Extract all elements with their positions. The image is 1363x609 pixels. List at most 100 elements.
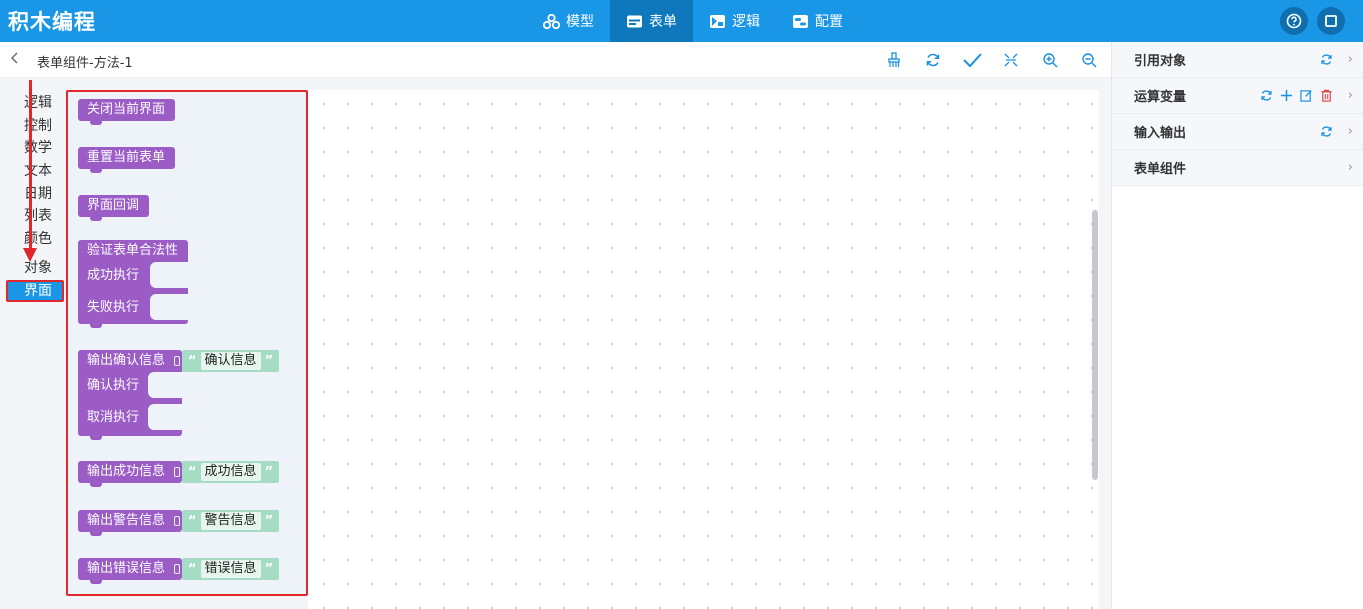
refresh-icon[interactable]: [1319, 125, 1333, 139]
quote-close-icon: ”: [264, 561, 274, 577]
panel-row-io[interactable]: 输入输出 ›: [1112, 114, 1363, 150]
chevron-right-icon[interactable]: ›: [1348, 160, 1353, 175]
block-output-error[interactable]: 输出错误信息: [78, 558, 182, 584]
statement-slot[interactable]: [148, 372, 182, 398]
collapse-icon[interactable]: [1001, 50, 1021, 70]
check-icon[interactable]: [962, 50, 982, 70]
chevron-right-icon[interactable]: ›: [1348, 88, 1353, 103]
block-notch: [90, 483, 102, 487]
string-value[interactable]: 确认信息: [200, 352, 261, 370]
string-value[interactable]: 错误信息: [200, 560, 261, 578]
logic-icon: [709, 14, 726, 29]
block-label: 输出警告信息: [87, 513, 166, 528]
category-list: 逻辑 控制 数学 文本 日期 列表 颜色 对象 界面: [6, 92, 64, 302]
block-label: 输出确认信息: [87, 353, 166, 368]
category-control[interactable]: 控制: [6, 115, 64, 138]
nav-tab-form[interactable]: 表单: [610, 0, 693, 42]
block-label: 界面回调: [87, 198, 140, 213]
top-bar: 积木编程 模型 表单 逻辑 配置: [0, 0, 1363, 42]
input-connector: [174, 356, 180, 366]
panel-row-form-components[interactable]: 表单组件 ›: [1112, 150, 1363, 186]
annotation-arrow-shaft: [29, 80, 32, 252]
quote-open-icon: “: [188, 513, 197, 529]
input-connector: [174, 467, 180, 477]
toolbar: [884, 50, 1099, 70]
string-block-success[interactable]: “ 成功信息 ”: [182, 461, 280, 483]
block-label: 输出成功信息: [87, 464, 166, 479]
panel-row-variables[interactable]: 运算变量 ›: [1112, 78, 1363, 114]
string-block-confirm[interactable]: “ 确认信息 ”: [182, 350, 280, 372]
header-actions: [1280, 7, 1345, 35]
refresh-icon[interactable]: [923, 50, 943, 70]
block-output-success[interactable]: 输出成功信息: [78, 461, 182, 487]
nav-tab-model[interactable]: 模型: [527, 0, 610, 42]
block-label: 确认执行: [87, 378, 140, 393]
delete-icon[interactable]: [1319, 89, 1333, 103]
form-icon: [626, 14, 643, 29]
chevron-right-icon[interactable]: ›: [1348, 124, 1353, 139]
block-close-ui[interactable]: 关闭当前界面: [78, 99, 176, 125]
refresh-icon[interactable]: [1319, 53, 1333, 67]
category-text[interactable]: 文本: [6, 160, 64, 183]
block-output-warning[interactable]: 输出警告信息: [78, 510, 182, 536]
zoom-out-icon[interactable]: [1079, 50, 1099, 70]
zoom-in-icon[interactable]: [1040, 50, 1060, 70]
nav-tab-label: 配置: [815, 14, 843, 30]
category-list[interactable]: 列表: [6, 205, 64, 228]
blockly-canvas[interactable]: [308, 90, 1099, 609]
nav-tab-config[interactable]: 配置: [776, 0, 859, 42]
category-date[interactable]: 日期: [6, 183, 64, 206]
back-icon[interactable]: [10, 51, 20, 69]
nav-tab-logic[interactable]: 逻辑: [693, 0, 776, 42]
config-icon: [792, 14, 809, 29]
block-label: 失败执行: [87, 300, 140, 315]
plus-icon[interactable]: [1279, 89, 1293, 103]
block-label: 成功执行: [87, 268, 140, 283]
chevron-right-icon[interactable]: ›: [1348, 52, 1353, 67]
quote-close-icon: ”: [264, 353, 274, 369]
canvas-scrollbar[interactable]: [1092, 210, 1098, 480]
nav-tab-label: 模型: [566, 14, 594, 30]
block-notch: [90, 580, 102, 584]
cluster-icon: [542, 13, 561, 29]
statement-slot[interactable]: [148, 404, 182, 430]
block-notch: [90, 436, 102, 440]
block-label: 重置当前表单: [87, 150, 166, 165]
refresh-icon[interactable]: [1259, 89, 1273, 103]
clean-icon[interactable]: [884, 50, 904, 70]
block-flyout: 关闭当前界面 重置当前表单 界面回调 验证表单合法性 成功执行 失败执行 输出确…: [66, 90, 308, 596]
block-ui-callback[interactable]: 界面回调: [78, 195, 150, 221]
statement-slot[interactable]: [150, 294, 188, 320]
block-label: 验证表单合法性: [87, 243, 179, 258]
category-ui[interactable]: 界面: [6, 279, 64, 302]
main-nav: 模型 表单 逻辑 配置: [527, 0, 859, 42]
block-reset-form[interactable]: 重置当前表单: [78, 147, 176, 173]
nav-tab-label: 表单: [649, 14, 677, 30]
sub-header: 表单组件-方法-1: [0, 42, 1111, 78]
string-block-warning[interactable]: “ 警告信息 ”: [182, 510, 280, 532]
quote-close-icon: ”: [264, 464, 274, 480]
block-notch: [90, 121, 102, 125]
string-block-error[interactable]: “ 错误信息 ”: [182, 558, 280, 580]
statement-slot[interactable]: [150, 262, 188, 288]
category-math[interactable]: 数学: [6, 137, 64, 160]
block-output-confirm[interactable]: 输出确认信息 确认执行 取消执行: [78, 350, 182, 440]
block-notch: [90, 324, 102, 328]
category-logic[interactable]: 逻辑: [6, 92, 64, 115]
string-value[interactable]: 成功信息: [200, 463, 261, 481]
panel-row-label: 运算变量: [1134, 90, 1187, 105]
window-icon[interactable]: [1317, 7, 1345, 35]
block-validate-form[interactable]: 验证表单合法性 成功执行 失败执行: [78, 240, 188, 328]
quote-open-icon: “: [188, 561, 197, 577]
panel-row-label: 表单组件: [1134, 162, 1187, 177]
panel-row-reference-objects[interactable]: 引用对象 ›: [1112, 42, 1363, 78]
block-notch: [90, 169, 102, 173]
nav-tab-label: 逻辑: [732, 14, 760, 30]
input-connector: [174, 516, 180, 526]
block-notch: [90, 217, 102, 221]
string-value[interactable]: 警告信息: [200, 512, 261, 530]
right-panel: 引用对象 › 运算变量 › 输入输出 › 表单组件 ›: [1111, 42, 1363, 609]
edit-icon[interactable]: [1299, 89, 1313, 103]
help-icon[interactable]: [1280, 7, 1308, 35]
block-label: 关闭当前界面: [87, 102, 166, 117]
